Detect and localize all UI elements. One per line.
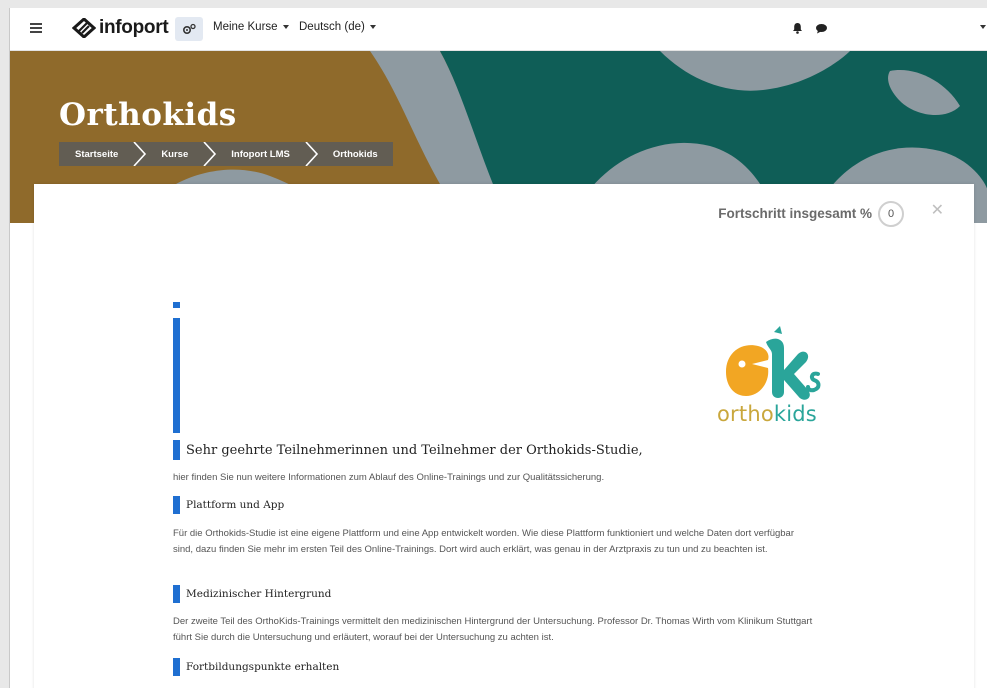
- section-text-medical: Der zweite Teil des OrthoKids-Trainings …: [173, 616, 813, 643]
- chevron-right-icon: [305, 142, 318, 166]
- user-menu-caret-icon[interactable]: [980, 25, 986, 29]
- chevron-right-icon: [133, 142, 147, 166]
- breadcrumb-courses[interactable]: Kurse: [147, 142, 203, 166]
- section-title-platform: Plattform und App: [186, 499, 285, 511]
- chat-bubble-icon[interactable]: [815, 23, 828, 34]
- breadcrumb-infoport-lms[interactable]: Infoport LMS: [217, 142, 305, 166]
- heading-accent: [173, 496, 180, 514]
- caret-down-icon: [282, 25, 289, 29]
- section-heading-cme: Fortbildungspunkte erhalten: [173, 658, 339, 676]
- my-courses-menu[interactable]: Meine Kurse: [213, 21, 289, 33]
- section-title-medical: Medizinischer Hintergrund: [186, 588, 332, 600]
- welcome-heading: Sehr geehrte Teilnehmerinnen und Teilneh…: [173, 440, 643, 460]
- welcome-heading-text: Sehr geehrte Teilnehmerinnen und Teilneh…: [186, 442, 643, 458]
- browser-viewport: infoport Meine Kurse Deutsch (de) Orthok…: [9, 8, 987, 688]
- breadcrumb-orthokids[interactable]: Orthokids: [319, 142, 393, 166]
- section-heading-medical: Medizinischer Hintergrund: [173, 585, 331, 603]
- infoport-diamond-icon: [72, 18, 96, 38]
- language-label: Deutsch (de): [299, 21, 365, 33]
- heading-accent: [173, 440, 180, 460]
- overall-progress-value: 0: [878, 201, 904, 227]
- accent-bar: [173, 318, 180, 433]
- my-courses-label: Meine Kurse: [213, 21, 278, 33]
- brand-name: infoport: [99, 17, 169, 38]
- cogs-icon: [182, 23, 196, 35]
- close-icon[interactable]: ✕: [931, 200, 944, 220]
- bell-icon[interactable]: [792, 22, 803, 34]
- intro-paragraph: hier finden Sie nun weitere Informatione…: [173, 472, 605, 483]
- section-text-platform: Für die Orthokids-Studie ist eine eigene…: [173, 528, 794, 555]
- breadcrumb: Startseite Kurse Infoport LMS Orthokids: [59, 142, 393, 166]
- hamburger-menu-icon[interactable]: [30, 21, 42, 35]
- accent-square: [173, 302, 180, 308]
- brand-logo[interactable]: infoport: [72, 17, 169, 39]
- top-navbar: infoport Meine Kurse Deutsch (de): [10, 8, 987, 51]
- language-menu[interactable]: Deutsch (de): [299, 21, 376, 33]
- overall-progress-label: Fortschritt insgesamt %: [718, 206, 872, 221]
- course-settings-button[interactable]: [175, 17, 203, 41]
- section-heading-platform: Plattform und App: [173, 496, 284, 514]
- course-content-card: Fortschritt insgesamt % 0 ✕ orthokids Se…: [34, 184, 974, 688]
- heading-accent: [173, 585, 180, 603]
- course-title: Orthokids: [59, 97, 237, 133]
- chevron-right-icon: [203, 142, 217, 166]
- breadcrumb-home[interactable]: Startseite: [59, 142, 133, 166]
- orthokids-logo-text: orthokids: [717, 402, 817, 426]
- section-title-cme: Fortbildungspunkte erhalten: [186, 661, 340, 673]
- logo-text-ortho: ortho: [717, 402, 774, 426]
- logo-text-kids: kids: [773, 402, 817, 426]
- heading-accent: [173, 658, 180, 676]
- caret-down-icon: [369, 25, 376, 29]
